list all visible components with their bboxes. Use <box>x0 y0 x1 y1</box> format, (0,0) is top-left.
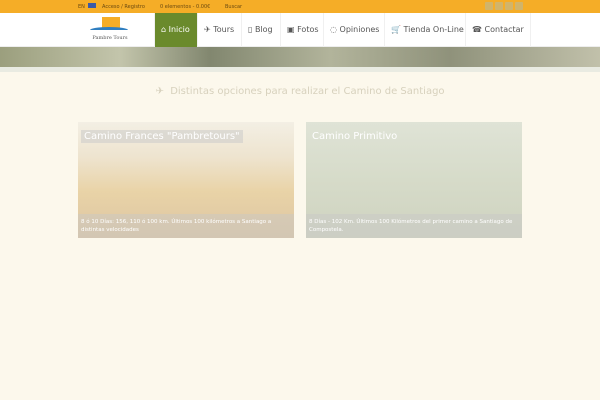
cart-link[interactable]: 0 elementos - 0.00€ <box>160 4 210 10</box>
login-link[interactable]: Acceso / Registro <box>102 4 145 10</box>
twitter-icon[interactable] <box>505 2 513 10</box>
email-icon[interactable] <box>495 2 503 10</box>
tour-card-camino-frances[interactable]: Camino Frances "Pambretours" 8 ó 10 Días… <box>78 122 294 238</box>
card-title[interactable]: Camino Frances "Pambretours" <box>81 130 243 143</box>
nav-fotos[interactable]: ▣ Fotos <box>280 13 325 47</box>
nav-inicio[interactable]: ⌂ Inicio <box>154 13 197 47</box>
nav-opiniones[interactable]: ◌ Opiniones <box>323 13 385 47</box>
header-banner-image <box>0 47 600 67</box>
card-description: 8 ó 10 Días: 156, 110 ó 100 km. Últimos … <box>78 214 294 238</box>
section-heading: ✈ Distintas opciones para realizar el Ca… <box>155 86 445 97</box>
search-link[interactable]: Buscar <box>225 4 242 10</box>
tour-card-camino-primitivo[interactable]: Camino Primitivo 8 Días - 102 Km. Último… <box>306 122 522 238</box>
nav-blog[interactable]: ▯ Blog <box>241 13 279 47</box>
logo[interactable]: Pambre Tours <box>88 17 132 43</box>
nav-tienda[interactable]: 🛒 Tienda On-Line <box>384 13 470 47</box>
card-title[interactable]: Camino Primitivo <box>309 130 400 143</box>
main-nav: Pambre Tours ⌂ Inicio ✈ Tours ▯ Blog ▣ F… <box>0 13 600 47</box>
nav-tours[interactable]: ✈ Tours <box>197 13 240 47</box>
facebook-icon[interactable] <box>515 2 523 10</box>
divider <box>0 67 600 72</box>
language-selector[interactable]: EN <box>78 4 85 10</box>
rss-icon[interactable] <box>485 2 493 10</box>
nav-contactar[interactable]: ☎ Contactar <box>465 13 531 47</box>
us-flag-icon[interactable] <box>88 3 96 8</box>
plane-icon: ✈ <box>155 86 164 97</box>
top-bar: EN Acceso / Registro 0 elementos - 0.00€… <box>0 0 600 13</box>
card-description: 8 Días - 102 Km. Últimos 100 Kilómetros … <box>306 214 522 238</box>
